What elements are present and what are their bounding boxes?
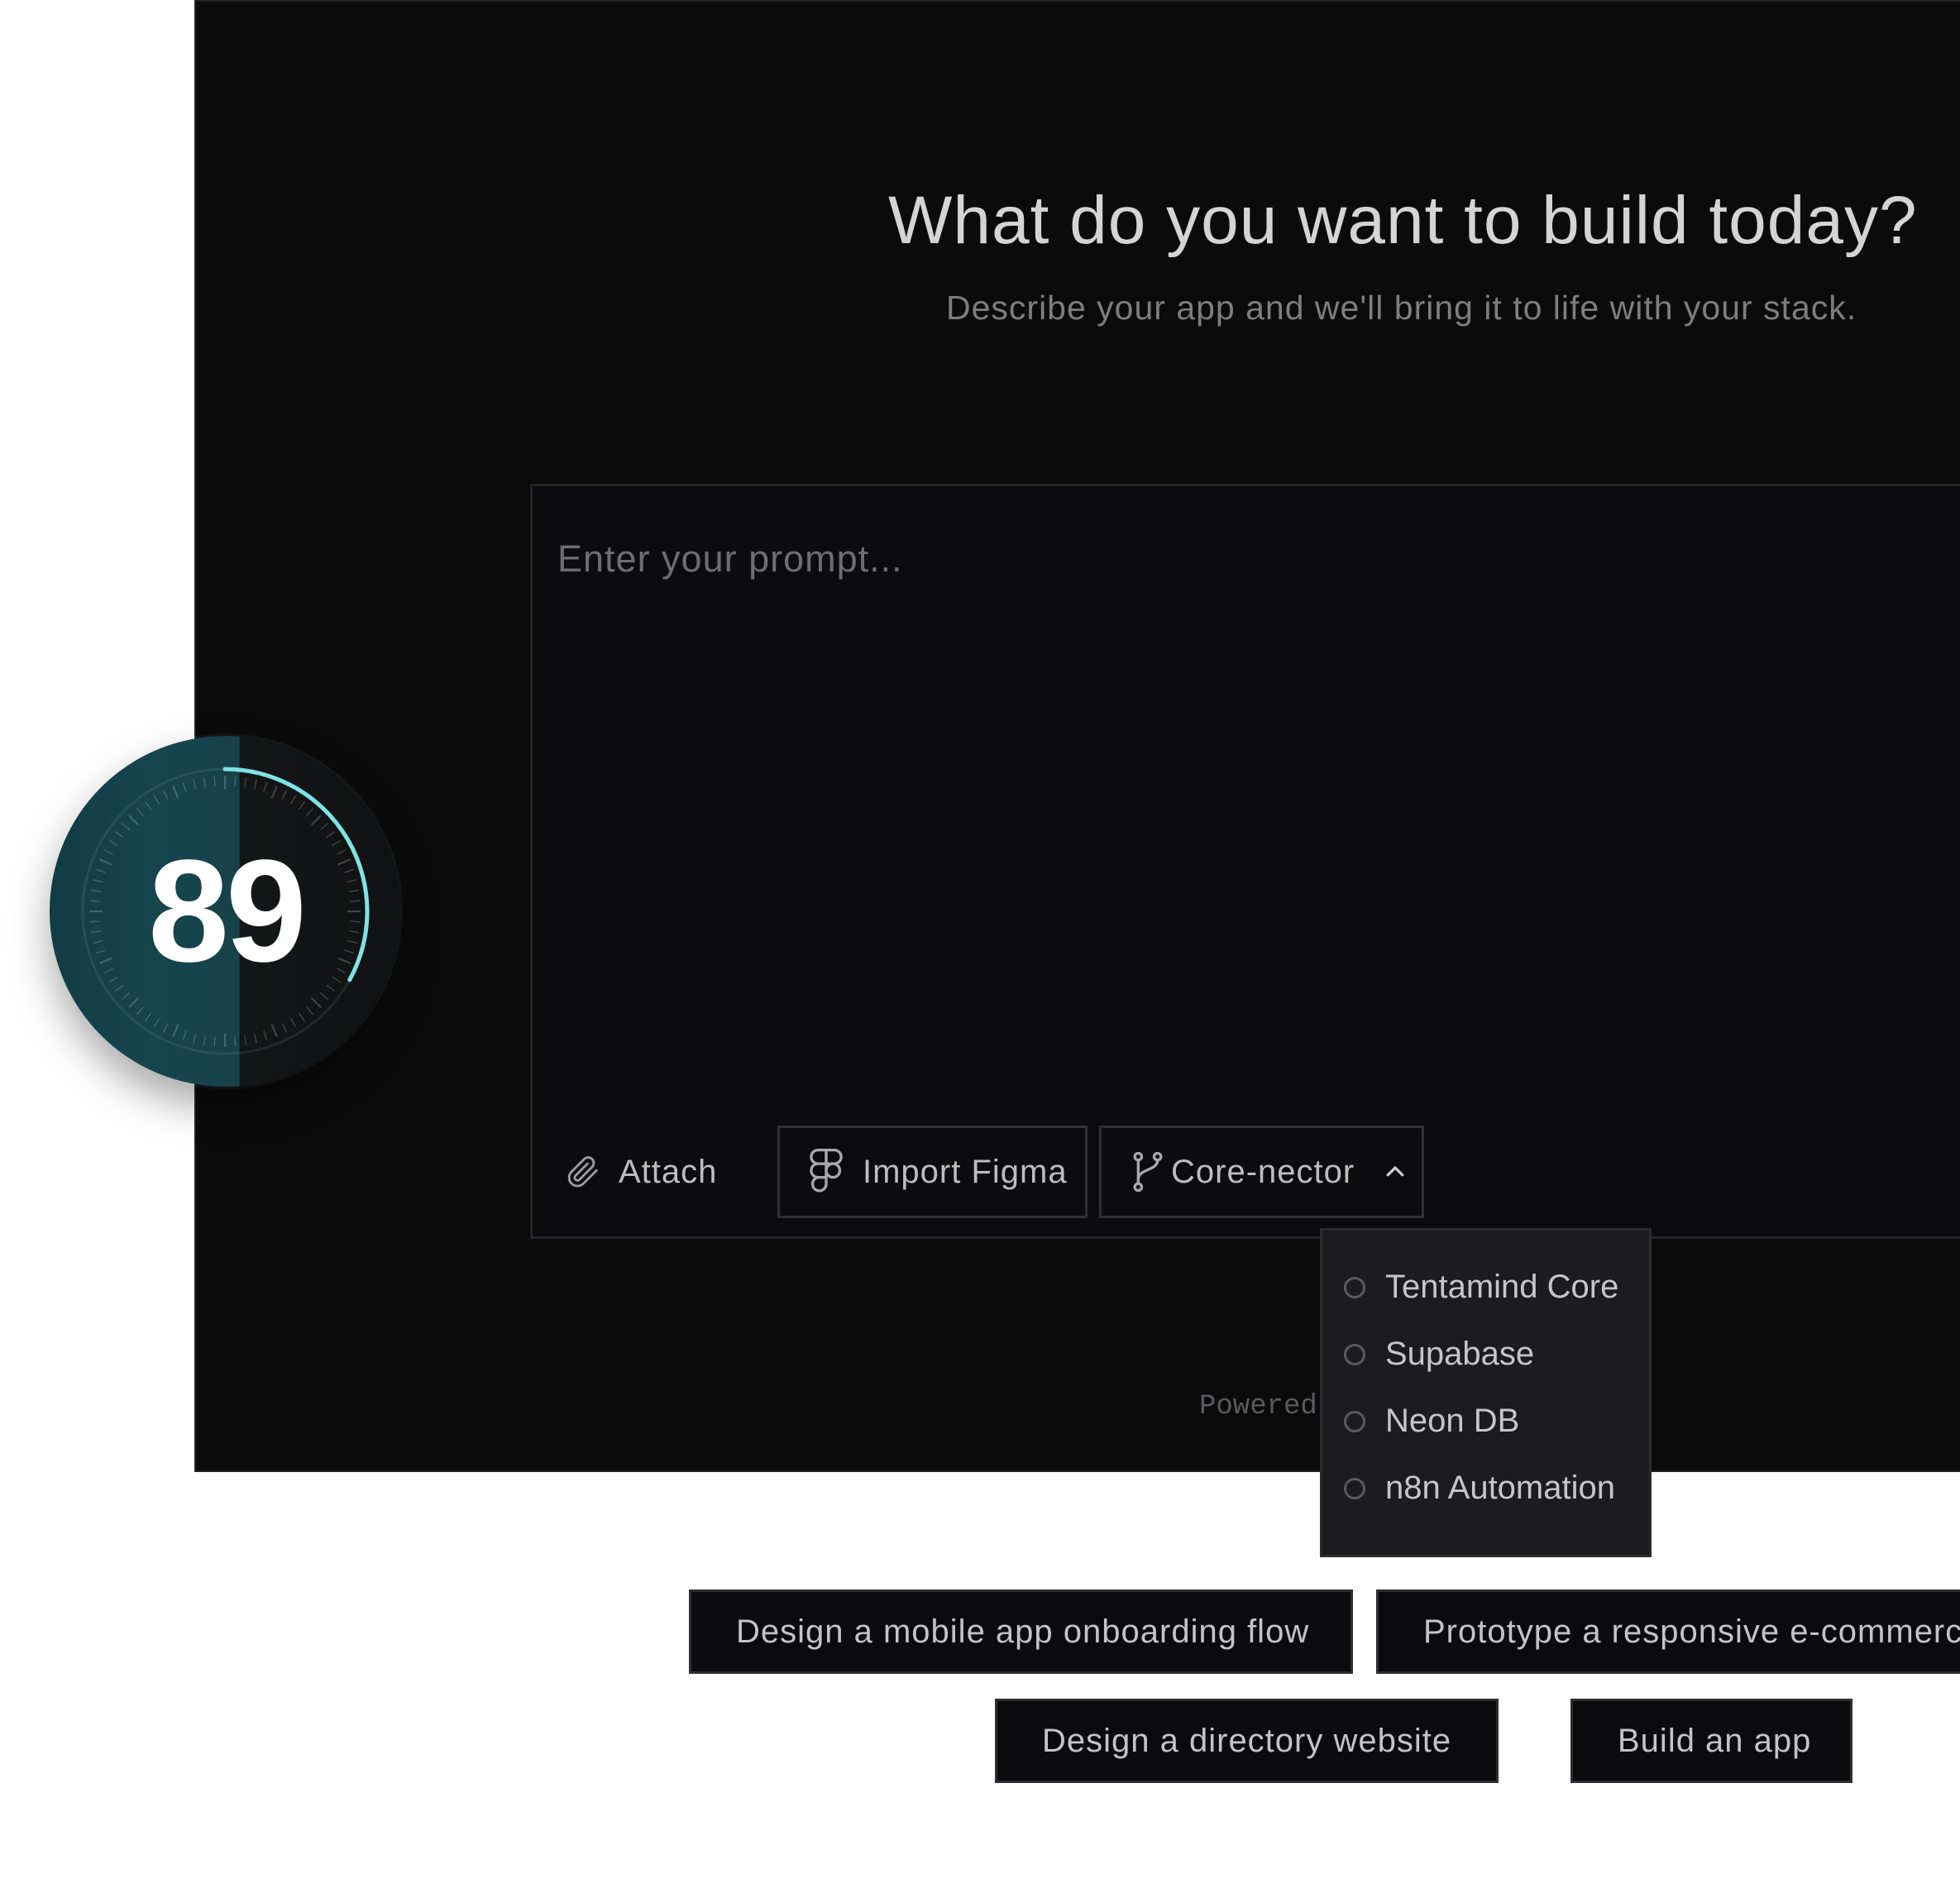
menu-item-neon-db[interactable]: Neon DB <box>1344 1403 1519 1440</box>
menu-item-label: n8n Automation <box>1385 1470 1615 1506</box>
attach-label: Attach <box>619 1153 718 1190</box>
import-figma-label: Import Figma <box>863 1153 1068 1190</box>
connector-dropdown-menu: Tentamind Core Supabase Neon DB n8n Auto… <box>1320 1228 1652 1557</box>
git-branch-icon <box>1133 1151 1163 1193</box>
powered-by-text: Powered <box>1199 1391 1317 1422</box>
suggestion-label: Design a directory website <box>1042 1722 1452 1759</box>
suggestion-chip[interactable]: Design a directory website <box>995 1699 1499 1783</box>
chevron-up-icon <box>1386 1166 1404 1177</box>
suggestion-chip[interactable]: Design a mobile app onboarding flow <box>689 1589 1353 1674</box>
connector-select-button[interactable]: Core-nector <box>1099 1126 1424 1218</box>
paperclip-icon <box>567 1156 598 1188</box>
page-title: What do you want to build today? <box>888 183 1918 258</box>
radio-icon <box>1344 1477 1365 1499</box>
suggestion-label: Build an app <box>1618 1722 1812 1759</box>
prompt-input[interactable] <box>556 536 1882 1118</box>
page-stage: What do you want to build today? Describ… <box>0 0 1960 1893</box>
suggestion-chip[interactable]: Prototype a responsive e-commerce <box>1376 1589 1960 1674</box>
menu-item-label: Supabase <box>1385 1336 1535 1372</box>
radio-icon <box>1344 1276 1365 1298</box>
suggestion-label: Prototype a responsive e-commerce <box>1423 1613 1960 1650</box>
connector-label: Core-nector <box>1171 1153 1355 1190</box>
prompt-box: Attach Import Figma <box>530 484 1960 1239</box>
figma-icon <box>810 1149 843 1193</box>
radio-icon <box>1344 1410 1365 1432</box>
builder-panel: What do you want to build today? Describ… <box>194 0 1960 1472</box>
radio-icon <box>1344 1343 1365 1365</box>
suggestion-label: Design a mobile app onboarding flow <box>736 1613 1310 1650</box>
import-figma-button[interactable]: Import Figma <box>777 1126 1088 1218</box>
attach-button[interactable]: Attach <box>564 1126 729 1218</box>
page-subtitle: Describe your app and we'll bring it to … <box>946 289 1857 327</box>
suggestion-chip[interactable]: Build an app <box>1570 1699 1852 1783</box>
score-value: 89 <box>148 830 307 992</box>
menu-item-supabase[interactable]: Supabase <box>1344 1336 1534 1373</box>
menu-item-label: Tentamind Core <box>1385 1269 1619 1305</box>
menu-item-n8n-automation[interactable]: n8n Automation <box>1344 1470 1615 1507</box>
score-gauge: 89 <box>50 736 400 1087</box>
menu-item-tentamind-core[interactable]: Tentamind Core <box>1344 1269 1618 1306</box>
menu-item-label: Neon DB <box>1385 1403 1520 1439</box>
